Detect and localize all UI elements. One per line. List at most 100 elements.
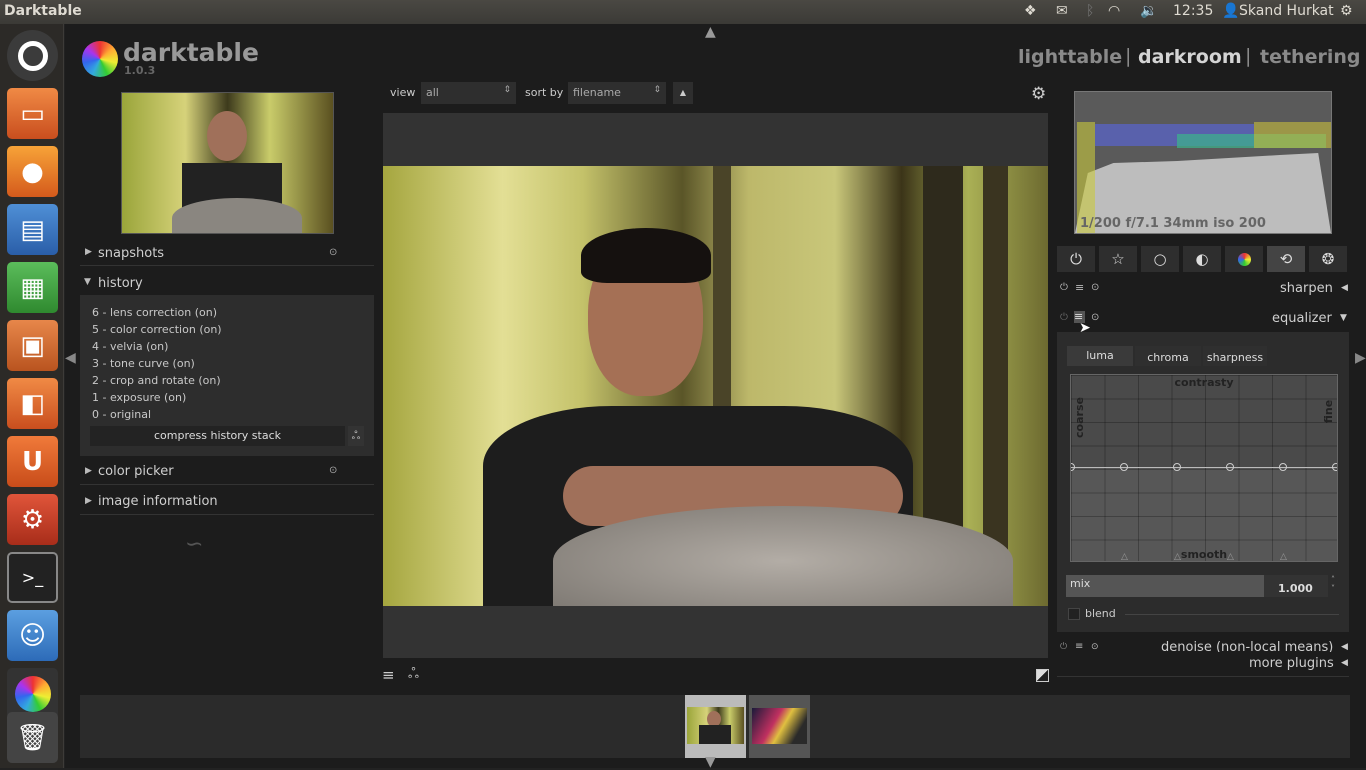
styles-icon[interactable]: ஃ [408,666,419,684]
files-icon[interactable]: ▭ [7,88,58,139]
writer-icon[interactable]: ▤ [7,204,58,255]
impress-icon[interactable]: ▣ [7,320,58,371]
collapse-arrow-icon[interactable]: ▼ [84,277,91,287]
history-item[interactable]: 2 - crop and rotate (on) [92,374,221,387]
preferences-gear-icon[interactable]: ⚙ [1031,84,1046,104]
graph-node[interactable] [1279,463,1287,471]
tab-luma[interactable]: luma [1067,346,1133,366]
preset-icon[interactable]: ⊙ [329,247,337,258]
trash-icon[interactable]: 🗑 [7,712,58,763]
ubuntu-home-icon[interactable] [7,30,58,81]
expand-arrow-icon[interactable]: ◀ [1341,283,1348,293]
volume-icon[interactable]: 🔉 [1140,3,1157,19]
view-lighttable[interactable]: lighttable [1018,46,1122,68]
color-picker-header[interactable]: color picker [98,464,174,479]
module-reset-icon[interactable]: ⊙ [1091,282,1099,293]
history-item[interactable]: 4 - velvia (on) [92,340,168,353]
color-group-icon[interactable] [1225,246,1263,272]
snapshots-header[interactable]: snapshots [98,246,164,261]
navigation-thumbnail[interactable] [121,92,334,234]
history-item[interactable]: 5 - color correction (on) [92,323,222,336]
overexposed-toggle-icon[interactable] [1036,669,1049,682]
empathy-icon[interactable]: ☺ [7,610,58,661]
more-plugins-button[interactable]: more plugins [1249,656,1334,671]
wifi-icon[interactable]: ◠ [1108,3,1120,19]
denoise-module-row[interactable]: ⏻ ≡ ⊙ denoise (non-local means) ◀ [1057,640,1349,652]
module-power-icon[interactable]: ⏻ [1060,642,1067,652]
menu-icon[interactable]: ≡ [382,666,395,684]
firefox-icon[interactable]: ● [7,146,58,197]
terminal-icon[interactable]: >_ [7,552,58,603]
denoise-header[interactable]: denoise (non-local means) [1161,640,1333,652]
user-name[interactable]: Skand Hurkat [1239,3,1334,19]
blend-checkbox[interactable] [1068,608,1080,620]
filmstrip-thumb[interactable] [749,695,810,758]
calc-icon[interactable]: ▦ [7,262,58,313]
history-item[interactable]: 3 - tone curve (on) [92,357,195,370]
clock[interactable]: 12:35 [1173,3,1213,19]
active-modules-power-icon[interactable]: ⏻ [1057,246,1095,272]
module-power-icon[interactable]: ⏻ [1060,282,1068,293]
mail-icon[interactable]: ✉ [1056,3,1068,19]
view-tethering[interactable]: tethering [1260,46,1360,68]
graph-node[interactable] [1332,463,1337,471]
sort-select[interactable]: filename ⇕ [568,82,666,104]
filmstrip-thumb-selected[interactable] [685,695,746,758]
effect-group-icon[interactable]: ❂ [1309,246,1347,272]
software-center-icon[interactable]: ◧ [7,378,58,429]
divider [80,265,374,266]
equalizer-header[interactable]: equalizer [1272,311,1332,326]
style-create-icon[interactable]: ஃ [348,426,364,446]
stepper-arrows-icon[interactable]: ˄ ˅ [1331,575,1335,593]
module-reset-icon[interactable]: ⊙ [1091,642,1099,652]
user-icon[interactable]: 👤 [1222,3,1239,19]
gear-icon[interactable]: ⚙ [1340,3,1353,19]
correct-group-icon[interactable]: ⟲ [1267,246,1305,272]
dropbox-icon[interactable]: ❖ [1024,3,1037,19]
left-panel-toggle-icon[interactable]: ◀ [65,350,76,366]
history-item[interactable]: 1 - exposure (on) [92,391,186,404]
tab-chroma[interactable]: chroma [1135,346,1201,366]
top-panel-toggle-icon[interactable]: ▲ [705,24,716,40]
expand-arrow-icon[interactable]: ◀ [1341,642,1348,652]
mix-slider[interactable] [1066,575,1264,597]
graph-marker-icon: △ [1227,552,1234,562]
image-information-header[interactable]: image information [98,494,218,509]
collapse-arrow-icon[interactable]: ▼ [1340,313,1347,323]
expand-arrow-icon[interactable]: ◀ [1341,658,1348,668]
tone-group-icon[interactable]: ◐ [1183,246,1221,272]
sort-direction-button[interactable]: ▲ [673,82,693,104]
preset-icon[interactable]: ⊙ [329,465,337,476]
histogram[interactable]: 1/200 f/7.1 34mm iso 200 [1074,91,1332,234]
history-item[interactable]: 6 - lens correction (on) [92,306,217,319]
view-darkroom[interactable]: darkroom [1138,46,1242,68]
history-header[interactable]: history [98,276,143,291]
basic-group-icon[interactable]: ○ [1141,246,1179,272]
favorites-star-icon[interactable]: ☆ [1099,246,1137,272]
equalizer-graph[interactable]: contrasty smooth coarse fine △ △ △ △ [1070,374,1338,562]
right-panel-toggle-icon[interactable]: ▶ [1355,350,1366,366]
ubuntu-one-icon[interactable]: U [7,436,58,487]
module-power-icon[interactable]: ⏻ [1060,312,1068,323]
bluetooth-icon[interactable]: ᛒ [1086,3,1094,19]
main-image[interactable] [383,166,1048,606]
module-presets-icon[interactable]: ≡ [1075,641,1083,652]
expand-arrow-icon[interactable]: ▶ [85,247,92,257]
module-reset-icon[interactable]: ⊙ [1091,312,1099,323]
divider [1125,614,1339,615]
graph-node[interactable] [1173,463,1181,471]
history-item[interactable]: 0 - original [92,408,151,421]
view-select[interactable]: all ⇕ [421,82,516,104]
tab-sharpness[interactable]: sharpness [1203,346,1267,366]
settings-icon[interactable]: ⚙ [7,494,58,545]
darktable-logo-icon [82,41,118,77]
expand-arrow-icon[interactable]: ▶ [85,466,92,476]
graph-node[interactable] [1120,463,1128,471]
graph-node[interactable] [1226,463,1234,471]
module-presets-icon[interactable]: ≡ [1075,281,1084,294]
darktable-window: ▲ darktable 1.0.3 lighttable | darkroom … [65,24,1366,770]
compress-history-button[interactable]: compress history stack [90,426,345,446]
expand-arrow-icon[interactable]: ▶ [85,496,92,506]
graph-left-label: coarse [1072,397,1086,438]
sharpen-header[interactable]: sharpen [1280,281,1333,296]
